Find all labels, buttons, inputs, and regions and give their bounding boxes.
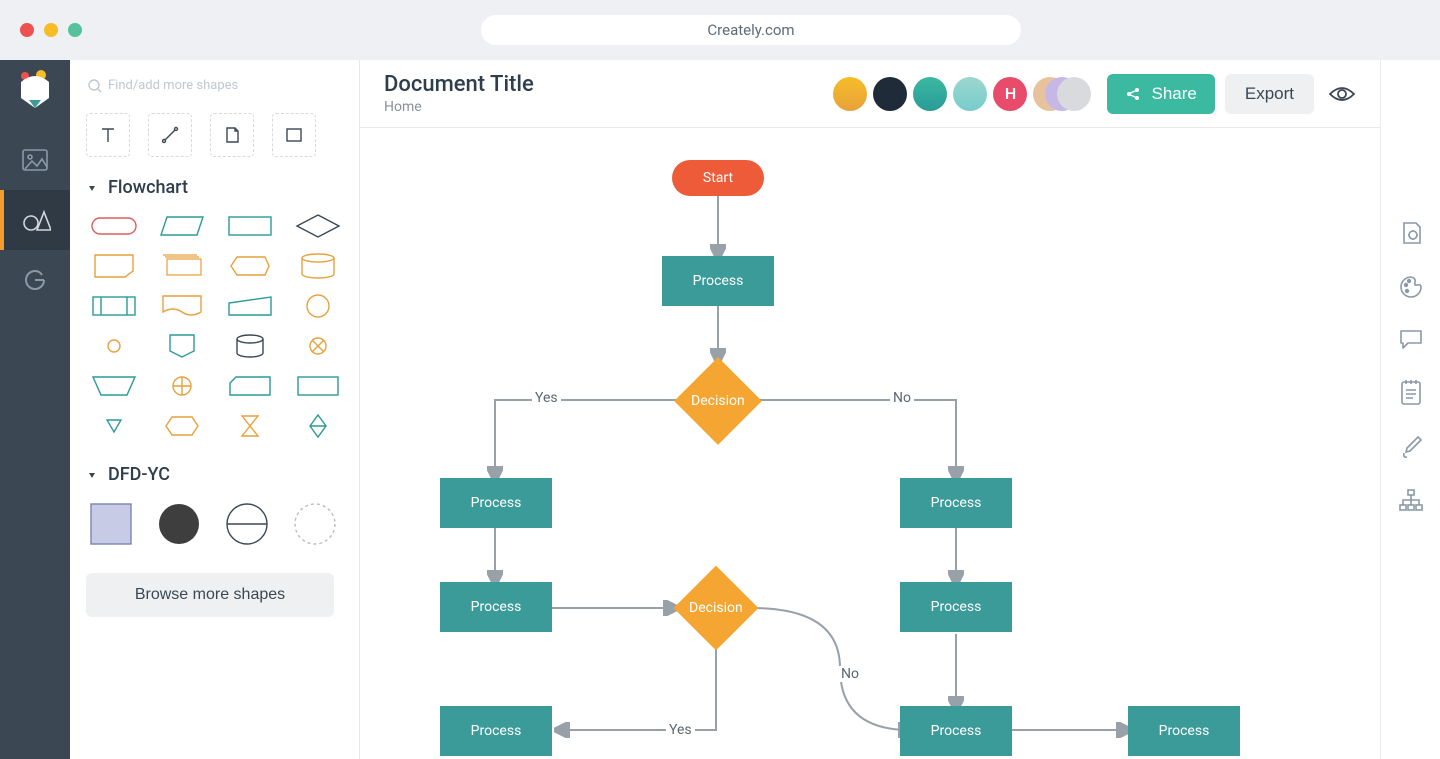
- category-dfd[interactable]: DFD-YC: [86, 464, 343, 485]
- share-button[interactable]: Share: [1107, 74, 1214, 114]
- flow-process[interactable]: Process: [900, 582, 1012, 632]
- nav-rail: [0, 60, 70, 759]
- flow-process[interactable]: Process: [662, 256, 774, 306]
- category-label: Flowchart: [108, 177, 188, 198]
- avatar[interactable]: [953, 77, 987, 111]
- line-tool[interactable]: [148, 113, 192, 157]
- shape-preparation[interactable]: [154, 412, 210, 440]
- hierarchy-icon[interactable]: [1397, 488, 1425, 512]
- shape-terminator[interactable]: [86, 212, 142, 240]
- avatar[interactable]: [873, 77, 907, 111]
- shape-connector[interactable]: [290, 292, 346, 320]
- notes-icon[interactable]: [1399, 378, 1423, 406]
- flow-start[interactable]: Start: [672, 160, 764, 196]
- basic-tools: [86, 113, 343, 157]
- breadcrumb[interactable]: Home: [384, 99, 534, 115]
- shape-predefined[interactable]: [86, 292, 142, 320]
- doc-settings-icon[interactable]: [1398, 220, 1424, 246]
- edge-label-no: No: [838, 666, 862, 682]
- avatar-stack[interactable]: [1033, 77, 1089, 111]
- edge-label-no: No: [890, 390, 914, 406]
- shape-merge[interactable]: [86, 412, 142, 440]
- flow-process[interactable]: Process: [900, 706, 1012, 756]
- minimize-icon[interactable]: [44, 23, 58, 37]
- shape-multidoc[interactable]: [154, 252, 210, 280]
- category-flowchart[interactable]: Flowchart: [86, 177, 343, 198]
- flow-process[interactable]: Process: [440, 478, 552, 528]
- shape-decision[interactable]: [290, 212, 346, 240]
- topbar: Document Title Home H Share Export: [360, 60, 1380, 128]
- url-text: Creately.com: [707, 21, 794, 39]
- shape-sum-junction[interactable]: [290, 332, 346, 360]
- nav-shapes-icon[interactable]: [0, 190, 70, 250]
- rectangle-tool[interactable]: [272, 113, 316, 157]
- text-tool[interactable]: [86, 113, 130, 157]
- shape-process[interactable]: [222, 212, 278, 240]
- flow-process[interactable]: Process: [1128, 706, 1240, 756]
- comment-icon[interactable]: [1398, 328, 1424, 350]
- search-input[interactable]: Find/add more shapes: [86, 76, 343, 95]
- shape-internal-storage[interactable]: [290, 372, 346, 400]
- shape-display[interactable]: [222, 252, 278, 280]
- category-label: DFD-YC: [108, 464, 170, 485]
- share-icon: [1125, 86, 1141, 102]
- close-icon[interactable]: [20, 23, 34, 37]
- shape-database[interactable]: [290, 252, 346, 280]
- flow-process[interactable]: Process: [440, 582, 552, 632]
- view-icon[interactable]: [1328, 84, 1356, 104]
- search-placeholder: Find/add more shapes: [108, 78, 238, 93]
- dfd-shapes: [86, 499, 343, 549]
- main-area: Document Title Home H Share Export: [360, 60, 1380, 759]
- nav-images-icon[interactable]: [0, 130, 70, 190]
- shape-sort[interactable]: [290, 412, 346, 440]
- document-title[interactable]: Document Title: [384, 72, 534, 97]
- shape-connector-small[interactable]: [86, 332, 142, 360]
- collaborators: H: [833, 77, 1089, 111]
- palette-icon[interactable]: [1398, 274, 1424, 300]
- shape-or[interactable]: [154, 372, 210, 400]
- avatar[interactable]: [913, 77, 947, 111]
- export-button[interactable]: Export: [1225, 74, 1314, 114]
- browse-shapes-button[interactable]: Browse more shapes: [86, 573, 334, 617]
- maximize-icon[interactable]: [68, 23, 82, 37]
- shape-entity[interactable]: [86, 499, 136, 549]
- flowchart-shapes: [86, 212, 343, 440]
- nav-google-icon[interactable]: [0, 250, 70, 310]
- right-panel: [1380, 60, 1440, 759]
- shape-dashed-circle[interactable]: [290, 499, 340, 549]
- shape-manual-input[interactable]: [222, 292, 278, 320]
- flow-process[interactable]: Process: [440, 706, 552, 756]
- shape-datastore[interactable]: [222, 499, 272, 549]
- flow-process[interactable]: Process: [900, 478, 1012, 528]
- window-controls: [20, 23, 82, 37]
- shape-offpage[interactable]: [154, 332, 210, 360]
- brush-icon[interactable]: [1398, 434, 1424, 460]
- shape-data[interactable]: [154, 212, 210, 240]
- canvas[interactable]: Start Process Decision Yes No Process Pr…: [360, 128, 1380, 759]
- avatar-letter[interactable]: H: [993, 77, 1027, 111]
- shapes-panel: Find/add more shapes Flowchart: [70, 60, 360, 759]
- shape-card[interactable]: [222, 372, 278, 400]
- avatar[interactable]: [833, 77, 867, 111]
- shape-direct-data[interactable]: [222, 332, 278, 360]
- shape-collate[interactable]: [222, 412, 278, 440]
- document-tool[interactable]: [210, 113, 254, 157]
- shape-document[interactable]: [154, 292, 210, 320]
- shape-manual-op[interactable]: [86, 372, 142, 400]
- browser-titlebar: Creately.com: [0, 0, 1440, 60]
- shape-annotation[interactable]: [86, 252, 142, 280]
- app-logo-icon[interactable]: [15, 70, 55, 110]
- edge-label-yes: Yes: [532, 390, 561, 406]
- shape-process-filled[interactable]: [154, 499, 204, 549]
- edge-label-yes: Yes: [666, 722, 695, 738]
- url-bar[interactable]: Creately.com: [481, 15, 1021, 45]
